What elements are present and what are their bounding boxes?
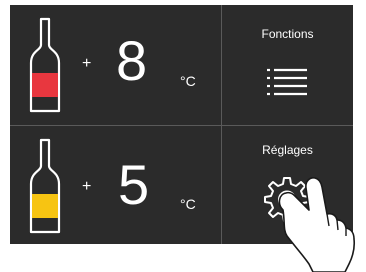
bottle-icon	[29, 17, 61, 113]
temperature-sign: +	[82, 178, 92, 195]
temperature-value: 5	[118, 153, 150, 216]
temperature-value: 8	[116, 29, 148, 92]
bottle-icon	[29, 138, 61, 234]
functions-button[interactable]: Fonctions	[222, 5, 353, 125]
gear-icon	[264, 177, 310, 222]
zone-upper[interactable]: + 8 °C	[10, 5, 221, 125]
temperature-sign: +	[82, 55, 92, 72]
functions-label: Fonctions	[261, 27, 314, 41]
bottle-label	[32, 194, 58, 218]
settings-button[interactable]: Réglages	[222, 126, 353, 244]
bottle-label	[32, 73, 58, 97]
temperature-unit: °C	[180, 73, 196, 89]
menu-icon	[267, 68, 307, 96]
zone-lower[interactable]: + 5 °C	[10, 126, 221, 244]
control-panel: + 8 °C + 5 °C Fonctions Réglages	[10, 5, 353, 244]
settings-label: Réglages	[262, 143, 313, 157]
temperature-unit: °C	[180, 196, 196, 212]
